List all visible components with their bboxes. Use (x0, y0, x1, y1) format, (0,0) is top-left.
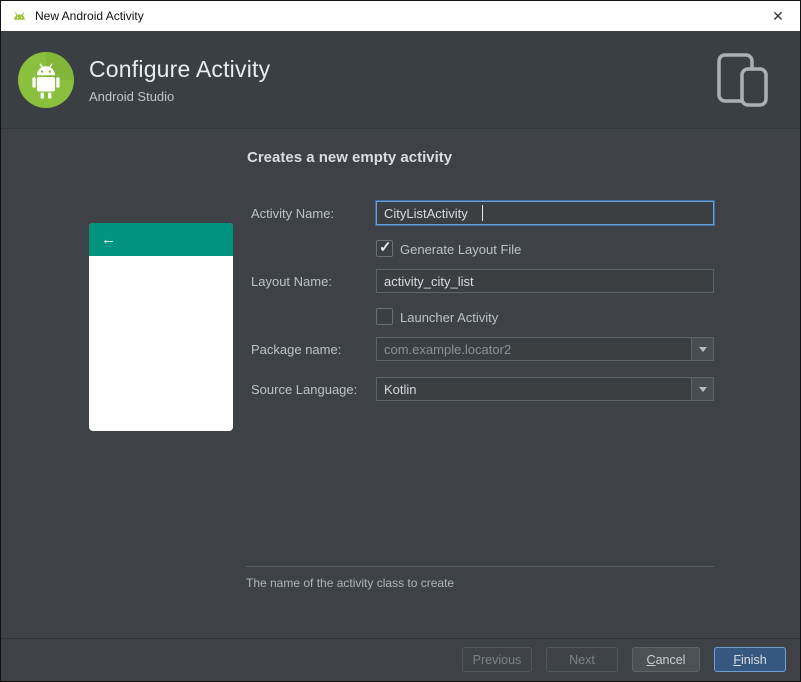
chevron-down-icon (698, 346, 707, 352)
activity-preview: ← (89, 223, 233, 431)
step-heading: Creates a new empty activity (247, 149, 453, 166)
next-button: Next (546, 647, 618, 672)
package-name-combobox[interactable]: com.example.locator2 (376, 337, 714, 361)
wizard-content: Creates a new empty activity ← Activity … (1, 130, 800, 638)
wizard-subtitle: Android Studio (89, 88, 175, 104)
chevron-down-icon (698, 386, 707, 392)
package-name-value: com.example.locator2 (384, 341, 512, 357)
source-language-value: Kotlin (384, 381, 417, 397)
layout-name-field (376, 269, 714, 293)
launcher-activity-label[interactable]: Launcher Activity (400, 310, 498, 325)
devices-icon (716, 52, 770, 108)
android-head-icon (11, 8, 28, 25)
launcher-activity-checkbox[interactable] (376, 308, 393, 325)
activity-name-label: Activity Name: (251, 206, 335, 221)
previous-button: Previous (462, 647, 532, 672)
text-caret (482, 205, 483, 221)
back-arrow-icon: ← (101, 231, 116, 248)
cancel-button[interactable]: Cancel (632, 647, 700, 672)
layout-name-input[interactable] (376, 269, 714, 293)
preview-appbar: ← (89, 223, 233, 256)
source-language-label: Source Language: (251, 382, 358, 397)
titlebar: New Android Activity ✕ (1, 1, 800, 31)
source-language-dropdown-button[interactable] (691, 378, 713, 400)
close-icon[interactable]: ✕ (764, 3, 792, 29)
android-studio-logo (17, 51, 75, 109)
field-helper-text: The name of the activity class to create (246, 576, 455, 590)
wizard-title: Configure Activity (89, 55, 271, 82)
footer: Previous Next Cancel Finish (1, 638, 800, 681)
wizard-header: Configure Activity Android Studio (1, 31, 800, 129)
layout-name-label: Layout Name: (251, 274, 332, 289)
new-android-activity-dialog: New Android Activity ✕ Configure Activit… (0, 0, 801, 682)
package-name-label: Package name: (251, 342, 342, 357)
form-separator (246, 566, 714, 567)
generate-layout-label[interactable]: Generate Layout File (400, 242, 521, 257)
finish-button[interactable]: Finish (714, 647, 786, 672)
package-name-dropdown-button[interactable] (691, 338, 713, 360)
generate-layout-checkbox[interactable] (376, 238, 393, 257)
source-language-dropdown[interactable]: Kotlin (376, 377, 714, 401)
activity-name-input[interactable] (376, 201, 714, 225)
activity-name-field (376, 201, 714, 225)
window-title: New Android Activity (35, 9, 144, 23)
